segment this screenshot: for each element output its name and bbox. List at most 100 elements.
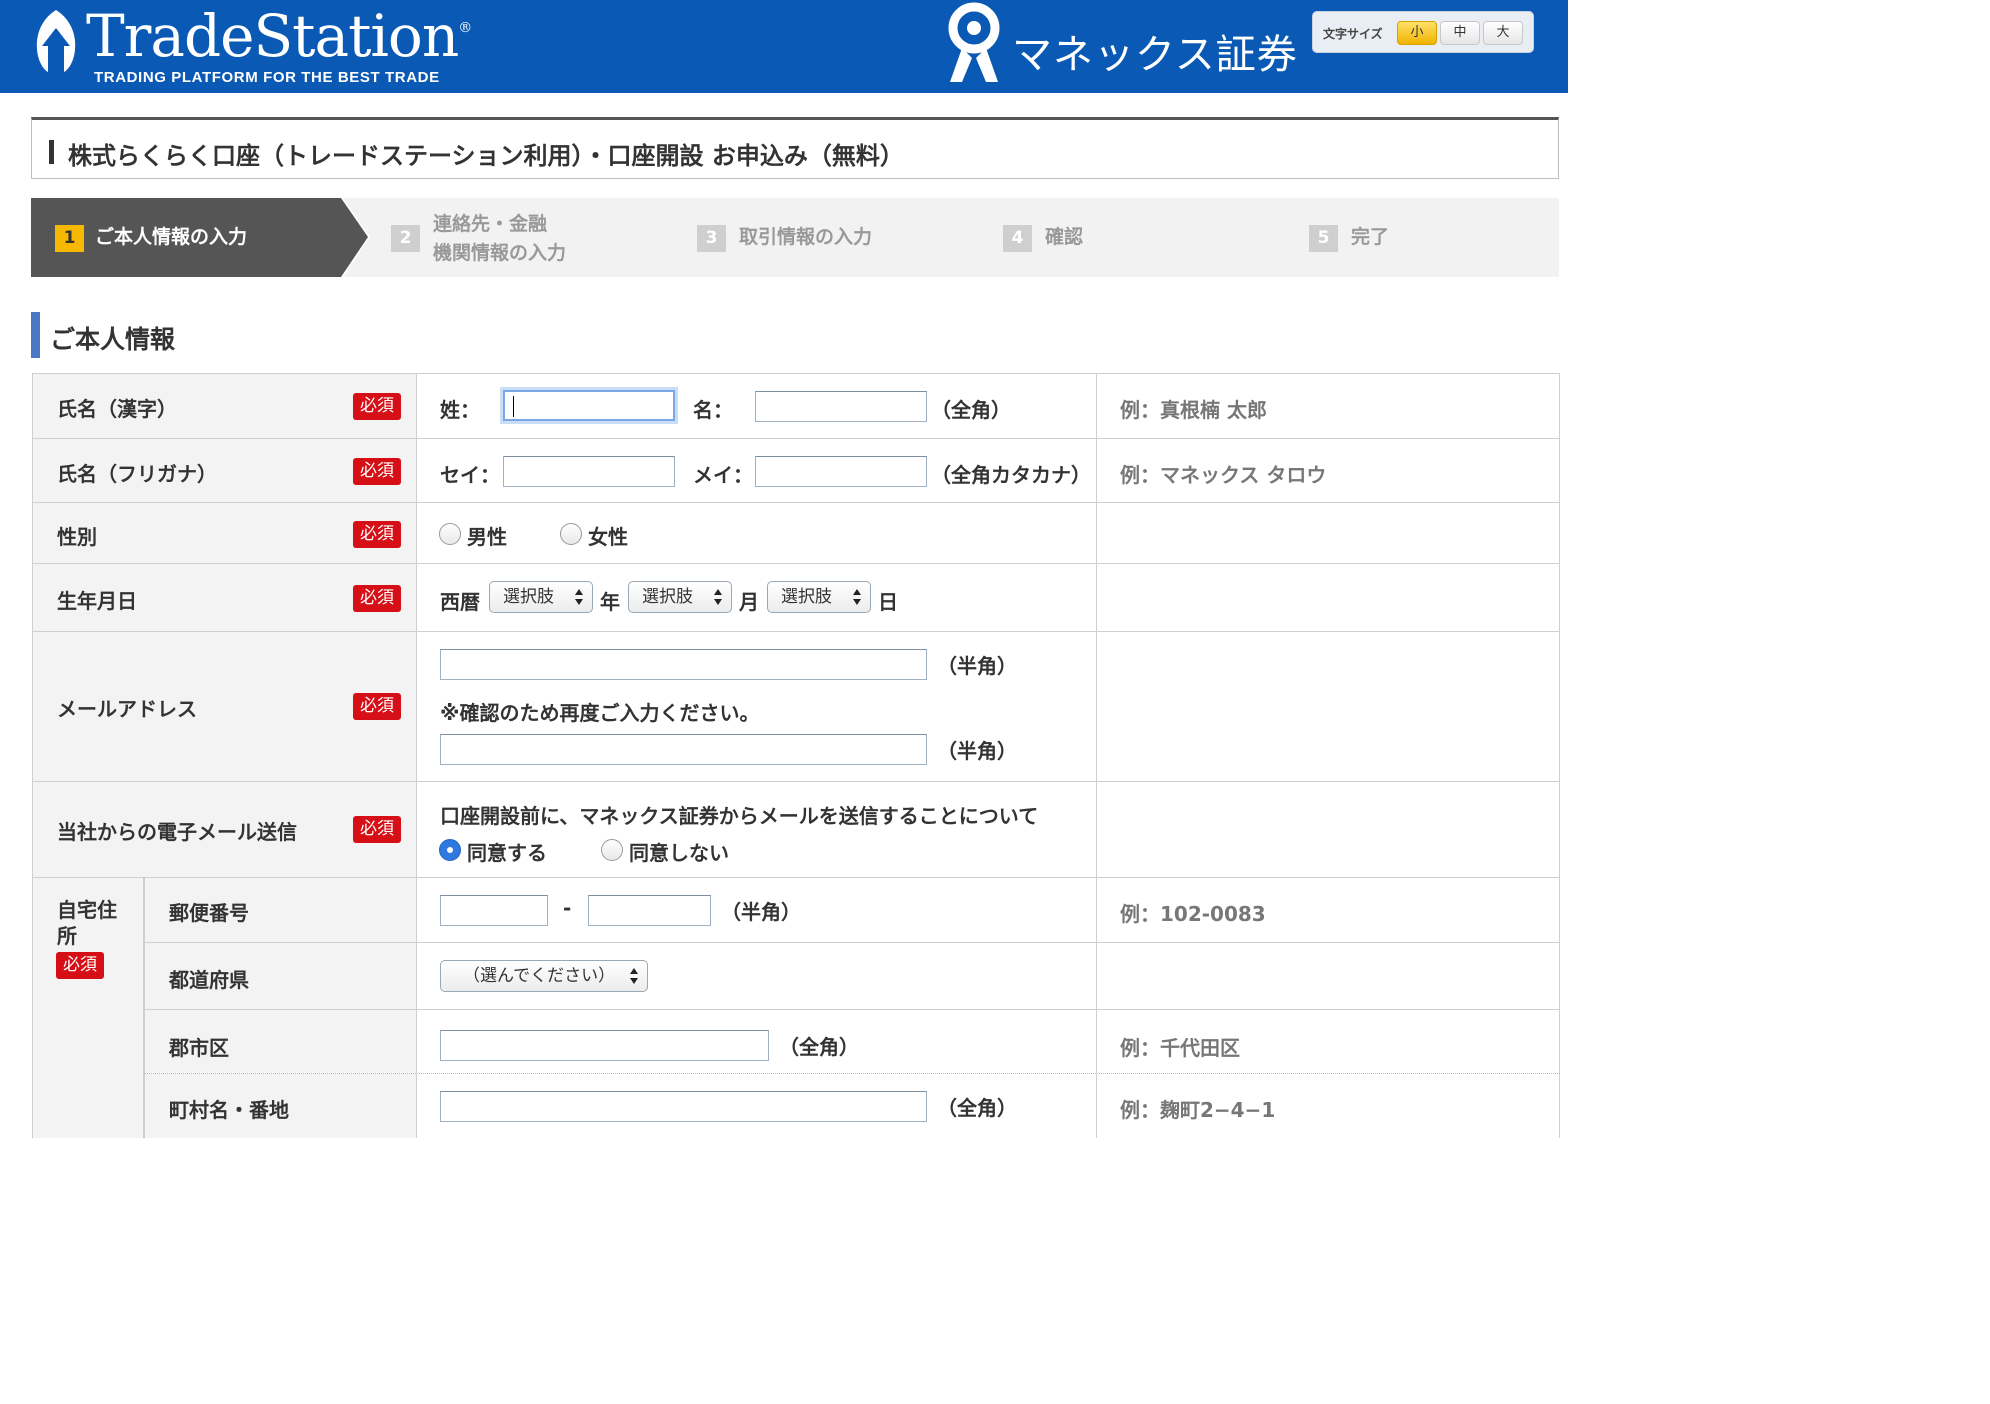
- font-size-medium-button[interactable]: 中: [1440, 21, 1480, 45]
- prefecture-select[interactable]: （選んでください）: [440, 960, 648, 992]
- row-email: メールアドレス 必須 （半角） ※確認のため再度ご入力ください。 （半角）: [32, 632, 1560, 782]
- year-suffix: 年: [600, 590, 620, 614]
- input-cell: セイ： メイ： （全角カタカナ）: [417, 439, 1097, 502]
- row-birthdate: 生年月日 必須 西暦 選択肢 年 選択肢 月 選択肢 日: [32, 564, 1560, 632]
- input-cell: （全角）: [417, 1010, 1097, 1073]
- input-note: （全角カタカナ）: [931, 463, 1091, 487]
- step-label: 取引情報の入力: [739, 226, 873, 248]
- font-size-small-button[interactable]: 小: [1397, 21, 1437, 45]
- name-kanji-mei-input[interactable]: [755, 391, 927, 422]
- name-kana-sei-input[interactable]: [503, 456, 675, 487]
- field-label: 郵便番号: [169, 901, 249, 925]
- gender-male-label[interactable]: 男性: [467, 521, 507, 550]
- gender-female-radio[interactable]: [560, 523, 582, 545]
- field-label: 当社からの電子メール送信: [57, 820, 297, 844]
- step-number: 4: [1003, 225, 1032, 252]
- consent-agree-radio[interactable]: [439, 839, 461, 861]
- personal-info-form: 氏名（漢字） 必須 姓： 名： （全角） 例：真根楠 太郎 氏名（フリガナ） 必…: [32, 373, 1560, 1138]
- font-size-label: 文字サイズ: [1323, 27, 1383, 41]
- gender-female-label[interactable]: 女性: [588, 521, 628, 550]
- required-badge: 必須: [56, 952, 104, 979]
- example-text: 例：麹町2−4−1: [1120, 1098, 1276, 1122]
- field-label-line2: 所: [57, 924, 77, 948]
- step-number: 3: [697, 225, 726, 252]
- font-size-switcher: 文字サイズ 小 中 大: [1312, 11, 1534, 53]
- tradestation-logo[interactable]: TradeStation® TRADING PLATFORM FOR THE B…: [30, 2, 472, 90]
- field-label: 生年月日: [57, 589, 137, 613]
- input-cell: - （半角）: [417, 878, 1097, 942]
- step-label-line2: 機関情報の入力: [433, 242, 567, 264]
- email-confirm-input[interactable]: [440, 734, 927, 765]
- progress-steps: 1 ご本人情報の入力 2 連絡先・金融 機関情報の入力 3 取引情報の入力 4 …: [31, 198, 1559, 277]
- monex-logo[interactable]: マネックス証券: [942, 2, 1297, 88]
- day-suffix: 日: [878, 590, 898, 614]
- consent-disagree-radio[interactable]: [601, 839, 623, 861]
- postal-code-first-input[interactable]: [440, 895, 548, 926]
- label-cell: 性別 必須: [32, 503, 417, 563]
- mei-label: 名：: [693, 398, 733, 422]
- step-3: 3 取引情報の入力: [649, 198, 985, 277]
- name-kana-mei-input[interactable]: [755, 456, 927, 487]
- label-cell: 都道府県: [144, 943, 417, 1009]
- input-cell: （選んでください）: [417, 943, 1097, 1009]
- example-cell: 例：千代田区: [1097, 1010, 1560, 1073]
- updown-arrow-icon: [853, 589, 861, 605]
- consent-disagree-label[interactable]: 同意しない: [629, 837, 729, 866]
- required-badge: 必須: [353, 693, 401, 720]
- step-number: 2: [391, 225, 420, 252]
- page-title-box: 株式らくらく口座（トレードステーション利用）・口座開設 お申込み（無料）: [31, 117, 1559, 179]
- field-label: 性別: [57, 525, 97, 549]
- sei-label: セイ：: [440, 463, 500, 487]
- birth-year-select[interactable]: 選択肢: [489, 581, 593, 613]
- row-name-kanji: 氏名（漢字） 必須 姓： 名： （全角） 例：真根楠 太郎: [32, 374, 1560, 439]
- row-city: 郡市区 （全角） 例：千代田区: [144, 1010, 1560, 1074]
- mei-label: メイ：: [693, 463, 753, 487]
- row-town: 町村名・番地 （全角） 例：麹町2−4−1: [144, 1074, 1560, 1138]
- label-cell: 氏名（フリガナ） 必須: [32, 439, 417, 502]
- name-kanji-sei-input[interactable]: [503, 390, 675, 421]
- updown-arrow-icon: [575, 589, 583, 605]
- example-cell: 例：麹町2−4−1: [1097, 1074, 1560, 1138]
- brand-tagline: TRADING PLATFORM FOR THE BEST TRADE: [94, 69, 440, 86]
- row-postal-code: 郵便番号 - （半角） 例：102-0083: [144, 878, 1560, 943]
- input-cell: 男性 女性: [417, 503, 1097, 563]
- monex-logo-icon: [948, 2, 1000, 82]
- example-cell: 例：102-0083: [1097, 878, 1560, 942]
- updown-arrow-icon: [714, 589, 722, 605]
- example-text: 例：102-0083: [1120, 902, 1266, 926]
- birth-month-select[interactable]: 選択肢: [628, 581, 732, 613]
- input-cell: （全角）: [417, 1074, 1097, 1138]
- site-header: TradeStation® TRADING PLATFORM FOR THE B…: [0, 0, 1568, 93]
- consent-question: 口座開設前に、マネックス証券からメールを送信することについて: [440, 804, 1039, 828]
- font-size-large-button[interactable]: 大: [1483, 21, 1523, 45]
- field-label: メールアドレス: [57, 697, 197, 721]
- input-cell: 姓： 名： （全角）: [417, 374, 1097, 438]
- required-badge: 必須: [353, 458, 401, 485]
- example-text: 例：マネックス タロウ: [1120, 463, 1327, 487]
- example-cell: 例：マネックス タロウ: [1097, 439, 1560, 502]
- step-label: 確認: [1045, 226, 1084, 248]
- select-value: 選択肢: [642, 587, 693, 607]
- gender-male-radio[interactable]: [439, 523, 461, 545]
- city-input[interactable]: [440, 1030, 769, 1061]
- label-cell: 町村名・番地: [144, 1074, 417, 1138]
- input-note: （全角）: [779, 1035, 859, 1059]
- field-label: 都道府県: [169, 968, 249, 992]
- town-input[interactable]: [440, 1091, 927, 1122]
- example-cell: [1097, 632, 1560, 781]
- required-badge: 必須: [353, 816, 401, 843]
- example-text: 例：真根楠 太郎: [1120, 398, 1267, 422]
- step-number: 1: [55, 225, 84, 252]
- required-badge: 必須: [353, 393, 401, 420]
- birth-day-select[interactable]: 選択肢: [767, 581, 871, 613]
- step-2: 2 連絡先・金融 機関情報の入力: [343, 198, 679, 277]
- label-cell: 氏名（漢字） 必須: [32, 374, 417, 438]
- label-cell: メールアドレス 必須: [32, 632, 417, 781]
- consent-agree-label[interactable]: 同意する: [467, 837, 547, 866]
- email-input[interactable]: [440, 649, 927, 680]
- required-badge: 必須: [353, 585, 401, 612]
- postal-code-second-input[interactable]: [588, 895, 711, 926]
- example-cell: [1097, 564, 1560, 631]
- field-label: 郡市区: [169, 1036, 229, 1060]
- input-note: （半角）: [721, 900, 801, 924]
